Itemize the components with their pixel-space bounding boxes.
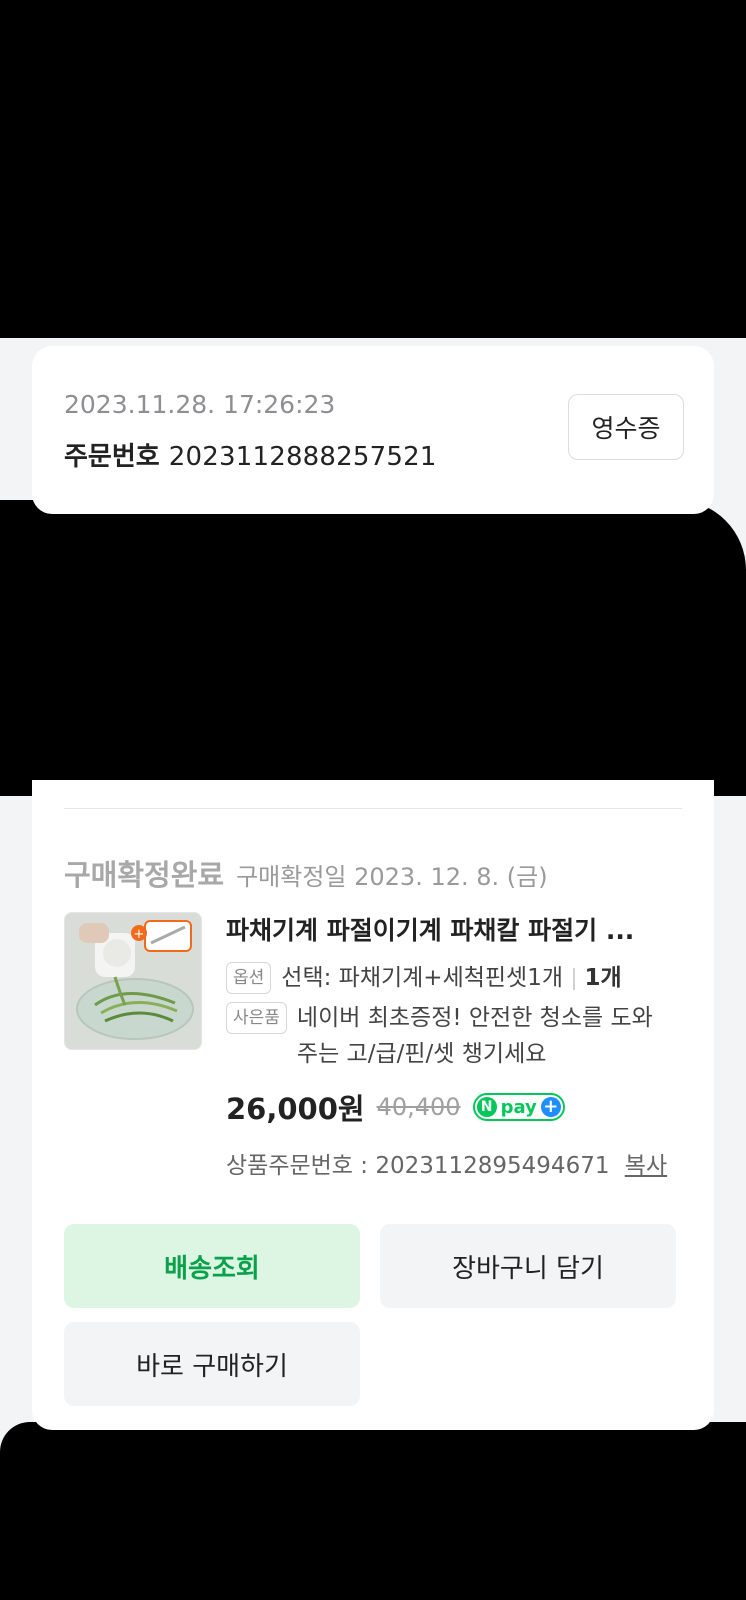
redaction-middle: [0, 500, 746, 796]
product-order-card: 구매확정완료 구매확정일 2023. 12. 8. (금) + 파채기계 파절이…: [32, 780, 714, 1430]
order-status: 구매확정완료: [64, 858, 225, 892]
option-text: 선택: 파채기계+세척핀셋1개: [281, 965, 564, 991]
price-row: 26,000원 40,400 N pay +: [226, 1086, 704, 1128]
order-number: 주문번호 2023112888257521: [64, 436, 437, 473]
option-tag: 옵션: [226, 962, 272, 994]
product-order-number-text: 상품주문번호 : 2023112895494671: [226, 1153, 610, 1179]
npay-plus-badge: N pay +: [472, 1093, 565, 1121]
divider: [64, 808, 682, 809]
svg-text:+: +: [134, 927, 145, 942]
copy-link[interactable]: 복사: [625, 1153, 667, 1179]
receipt-button[interactable]: 영수증: [568, 394, 684, 460]
separator: [573, 967, 575, 990]
add-to-cart-button[interactable]: 장바구니 담기: [380, 1224, 676, 1308]
order-number-value: 2023112888257521: [168, 442, 437, 472]
npay-text: pay: [500, 1096, 537, 1118]
order-datetime: 2023.11.28. 17:26:23: [64, 390, 336, 419]
product-image-icon: +: [65, 913, 201, 1049]
option-row: 옵션 선택: 파채기계+세척핀셋1개 1개: [226, 960, 704, 996]
gift-text: 네이버 최초증정! 안전한 청소를 도와주는 고/급/핀/셋 챙기세요: [296, 1005, 653, 1067]
track-delivery-button[interactable]: 배송조회: [64, 1224, 360, 1308]
plus-icon: +: [540, 1097, 561, 1117]
npay-n-icon: N: [476, 1097, 497, 1117]
gift-row: 사은품 네이버 최초증정! 안전한 청소를 도와주는 고/급/핀/셋 챙기세요: [226, 1000, 704, 1072]
product-thumbnail[interactable]: +: [64, 912, 202, 1050]
original-price: 40,400: [376, 1093, 461, 1121]
order-number-label: 주문번호: [64, 442, 160, 472]
product-order-number: 상품주문번호 : 2023112895494671 복사: [226, 1146, 704, 1180]
quantity: 1개: [584, 965, 622, 991]
product-name[interactable]: 파채기계 파절이기계 파채칼 파절기 ...: [226, 912, 686, 950]
redaction-top: [0, 0, 746, 338]
gift-tag: 사은품: [226, 1002, 287, 1034]
order-summary-card: 2023.11.28. 17:26:23 주문번호 20231128882575…: [32, 346, 714, 514]
product-info: 파채기계 파절이기계 파채칼 파절기 ... 옵션 선택: 파채기계+세척핀셋1…: [226, 912, 704, 1180]
status-row: 구매확정완료 구매확정일 2023. 12. 8. (금): [64, 852, 548, 894]
sale-price: 26,000원: [226, 1092, 365, 1126]
buy-now-button[interactable]: 바로 구매하기: [64, 1322, 360, 1406]
redaction-bottom: [0, 1422, 746, 1600]
confirm-date: 구매확정일 2023. 12. 8. (금): [236, 863, 548, 891]
